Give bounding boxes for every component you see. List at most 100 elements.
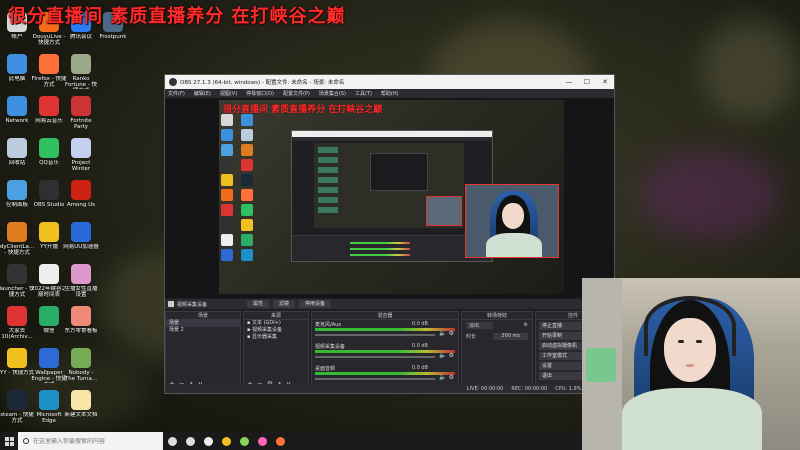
volume-meter — [315, 328, 455, 331]
desktop-shortcut-label: Project Winter — [71, 160, 91, 172]
desktop-shortcut-label: Fortnite Party — [70, 118, 92, 130]
desktop-shortcut[interactable]: 东方零食看板 — [64, 304, 98, 346]
transition-type-select[interactable]: 淡出 — [466, 322, 494, 329]
desktop-shortcut[interactable]: Fortnite Party — [64, 94, 98, 136]
desktop-shortcut[interactable]: 此电脑 — [0, 52, 34, 94]
desktop-shortcut-label: 2022年峡谷之巅时间表 — [31, 286, 67, 298]
desktop-shortcut[interactable]: Among Us — [64, 178, 98, 220]
deactivate-button[interactable]: 停用设备 — [299, 300, 332, 308]
obs-menu-item[interactable]: 帮助(H) — [381, 90, 399, 97]
obs-menu-item[interactable]: 配置文件(P) — [283, 90, 310, 97]
edge-icon — [240, 249, 253, 261]
speaker-icon[interactable]: 🔈 — [439, 330, 446, 337]
gear-icon[interactable]: ⚙ — [449, 330, 454, 337]
obs-menu-item[interactable]: 停靠窗口(D) — [246, 90, 274, 97]
preview-canvas[interactable]: 很分直播间 素质直播养分 在打峡谷之巅 — [219, 100, 564, 294]
obs-menu-item[interactable]: 视图(V) — [220, 90, 237, 97]
desktop-shortcut[interactable]: 主播女性直播设置 — [64, 262, 98, 304]
duration-input[interactable]: 300 ms — [493, 333, 528, 340]
desktop-shortcut-label: launcher - 快捷方式 — [0, 286, 35, 298]
desktop-shortcut[interactable]: Nobody - The Turna... — [64, 346, 98, 388]
maximize-button[interactable]: ☐ — [578, 75, 596, 89]
wechat-icon — [39, 306, 59, 326]
desktop-shortcut[interactable]: 控制面板 — [0, 178, 34, 220]
filters-button[interactable]: 滤镜 — [273, 300, 296, 308]
speaker-icon[interactable]: 🔈 — [439, 352, 446, 359]
close-button[interactable]: ✕ — [596, 75, 614, 89]
computer-icon — [7, 54, 27, 74]
desktop-shortcut[interactable]: YY开播 — [32, 220, 66, 262]
gear-icon[interactable]: ⚙ — [449, 352, 454, 359]
source-item[interactable]: ▪ 视频采集设备 — [244, 327, 308, 334]
taskbar-app[interactable] — [163, 432, 181, 450]
desktop-shortcut[interactable]: QQ音乐 — [32, 136, 66, 178]
desktop-shortcut[interactable]: dyClientLa... - 快捷方式 — [0, 220, 34, 262]
obs-menu-item[interactable]: 编辑(E) — [194, 90, 211, 97]
scene-item[interactable]: 场景 2 — [166, 327, 240, 334]
control-panel-icon — [221, 144, 233, 156]
gear-icon[interactable]: ⚙ — [449, 374, 454, 381]
taskbar-app[interactable] — [253, 432, 271, 450]
taskbar-app[interactable] — [181, 432, 199, 450]
obs-menu-item[interactable]: 文件(F) — [168, 90, 185, 97]
obs-icon — [221, 219, 233, 231]
desktop-shortcut[interactable]: Network — [0, 94, 34, 136]
desktop-shortcut[interactable]: 回收站 — [0, 136, 34, 178]
obs-menu-item[interactable]: 工具(T) — [355, 90, 372, 97]
desktop-shortcut[interactable]: Ranko Fortune - 快捷方式 — [64, 52, 98, 94]
yy-taskbar-icon — [221, 436, 231, 446]
desktop-shortcut[interactable]: YY - 快捷方式 — [0, 346, 34, 388]
obs-window[interactable]: OBS 27.1.3 (64-bit, windows) - 配置文件: 未命名… — [164, 74, 615, 394]
desktop-shortcut[interactable]: 微信 — [32, 304, 66, 346]
scenes-title: 场景 — [166, 312, 240, 320]
speaker-icon[interactable]: 🔈 — [439, 374, 446, 381]
mixer-dock: 混音器 麦克风/Aux 0.0 dB 🔈 ⚙ 视频采集设备 0.0 dB 🔈 ⚙ 桌面音频 0… — [311, 311, 459, 391]
obs-menu-item[interactable]: 场景集合(S) — [319, 90, 346, 97]
desktop-shortcut-label: Nobody - The Turna... — [64, 370, 98, 382]
desktop-shortcut[interactable]: Project Winter — [64, 136, 98, 178]
scene-item[interactable]: 场景 — [166, 320, 240, 327]
source-item[interactable]: ▪ 文本 (GDI+) — [244, 320, 308, 327]
obs-preview[interactable]: 很分直播间 素质直播养分 在打峡谷之巅 — [165, 98, 614, 298]
obs-titlebar[interactable]: OBS 27.1.3 (64-bit, windows) - 配置文件: 未命名… — [165, 75, 614, 89]
desktop-shortcut-label: 腾讯会议 — [69, 34, 92, 40]
volume-meter — [315, 350, 455, 353]
dy-client-icon — [7, 222, 27, 242]
taskbar-search[interactable] — [18, 432, 163, 450]
desktop-shortcut-label: Network — [5, 118, 29, 124]
volume-slider[interactable] — [315, 334, 435, 336]
source-item[interactable]: ▪ 显示器采集 — [244, 334, 308, 341]
desktop-shortcut[interactable]: 2022年峡谷之巅时间表 — [31, 262, 67, 304]
transitions-dock: 转场特效 淡出 ⚙ 时长 300 ms — [461, 311, 533, 391]
volume-slider[interactable] — [315, 378, 435, 380]
desktop-icons-column-1: 帐户此电脑 Network 回收站 控制面板 dyClientLa... - 快捷方式 l… — [0, 10, 35, 430]
desktop-shortcut[interactable]: 大家去 10(Archiv... — [0, 304, 34, 346]
desktop-shortcut[interactable]: Firefox - 快捷方式 — [32, 52, 66, 94]
desktop-shortcut[interactable]: steam - 快捷方式 — [0, 388, 34, 430]
desktop-shortcut[interactable]: 网易云音乐 — [32, 94, 66, 136]
netease-music-icon — [39, 96, 59, 116]
desktop-shortcut[interactable]: launcher - 快捷方式 — [0, 262, 35, 304]
desktop-shortcut-label: 帐户 — [11, 34, 23, 40]
minimize-button[interactable]: — — [560, 75, 578, 89]
mixer-title: 混音器 — [312, 312, 458, 320]
search-icon — [23, 438, 29, 444]
archive-icon — [240, 159, 253, 171]
desktop-shortcut[interactable]: Wallpaper Engine - 快捷方式 — [31, 346, 67, 388]
desktop-shortcut[interactable]: 网易UU加速器 — [63, 220, 99, 262]
gear-icon[interactable]: ⚙ — [524, 322, 528, 329]
properties-button[interactable]: 属性 — [247, 300, 270, 308]
desktop-shortcut[interactable]: OBS Studio — [32, 178, 66, 220]
desktop-shortcut[interactable]: Microsoft Edge — [32, 388, 66, 430]
taskbar-app[interactable] — [199, 432, 217, 450]
taskbar-app[interactable] — [271, 432, 289, 450]
taskbar-app[interactable] — [217, 432, 235, 450]
qq-music-icon — [240, 204, 253, 216]
search-input[interactable] — [33, 437, 153, 445]
start-button[interactable] — [0, 432, 18, 450]
desktop-shortcut[interactable]: 新建文本文档 — [64, 388, 98, 430]
volume-slider[interactable] — [315, 356, 435, 358]
desktop-shortcut-label: 网易UU加速器 — [63, 244, 99, 250]
taskbar-app[interactable] — [235, 432, 253, 450]
yy-icon — [221, 174, 233, 186]
